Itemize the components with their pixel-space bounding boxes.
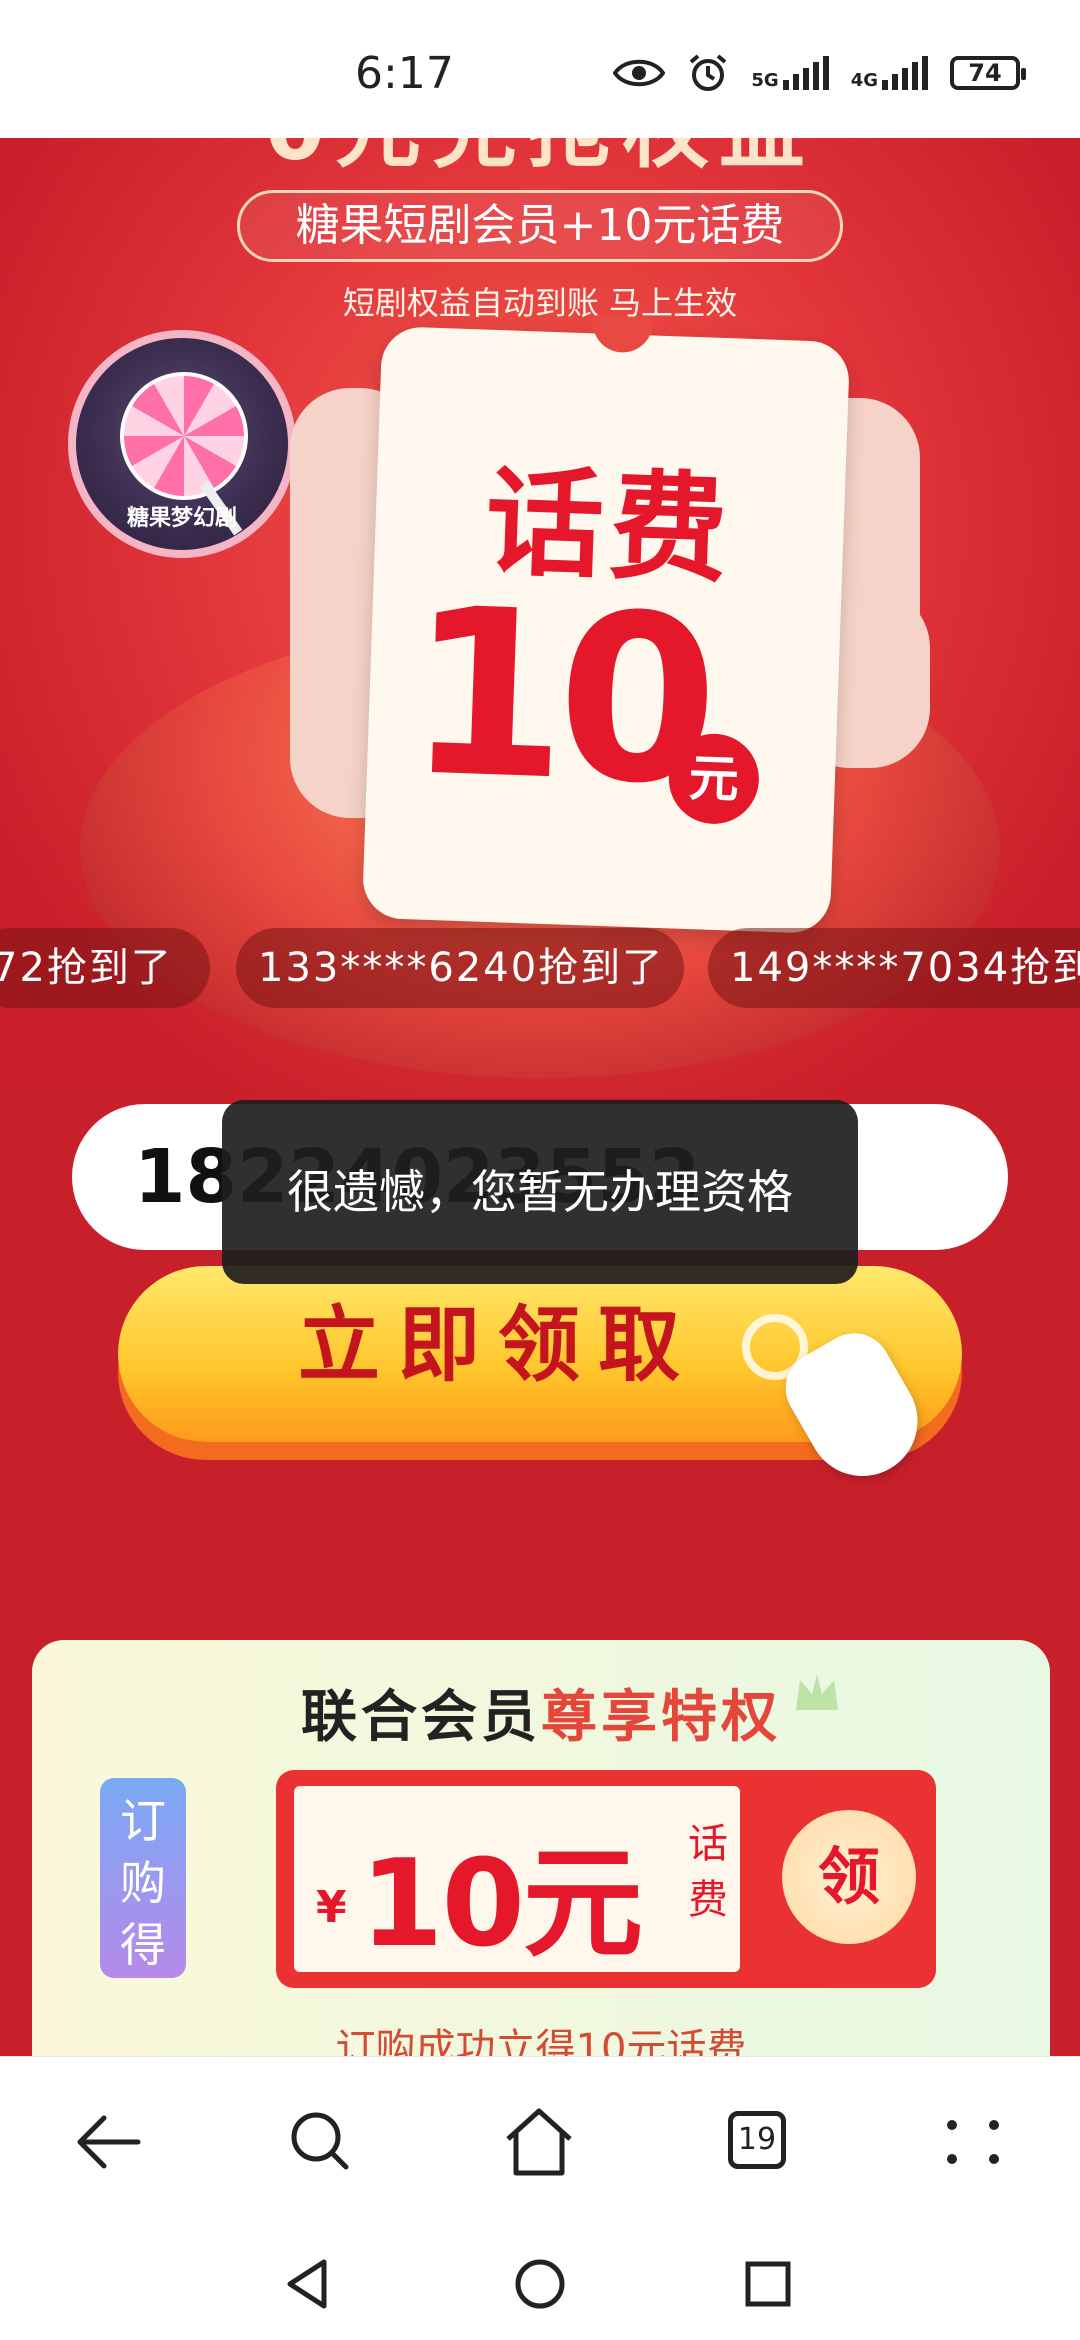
network-type-primary: 5G [751,70,779,91]
status-time: 6:17 [355,48,454,99]
home-icon [506,2108,572,2176]
back-button[interactable] [62,2097,152,2187]
member-card-title-main: 联合会员 [301,1685,541,1750]
joint-membership-card: 联合会员尊享特权 订购得 ¥ 10元 话费 领 订购成功立得10元话费 [32,1640,1050,2056]
battery-indicator: 74 [950,56,1026,90]
winner-ticker: 72抢到了 133****6240抢到了 149****7034抢到 [0,928,1080,1008]
search-button[interactable] [276,2097,366,2187]
ticket-amount: 10 [403,559,713,837]
hero-subtitle: 短剧权益自动到账 马上生效 [342,284,738,322]
square-recents-icon [745,2261,791,2307]
search-icon [291,2112,349,2170]
home-button[interactable] [494,2097,584,2187]
alarm-icon [690,54,727,91]
phone-credit-ticket: 话费 10 元 [361,315,851,934]
phone-credit-coupon[interactable]: ¥ 10元 话费 领 [276,1770,936,1988]
coupon-amount: 10元 [360,1835,643,1974]
eye-icon [613,59,666,87]
coupon-kind: 话费 [688,1821,728,1923]
app-logo-label: 糖果梦幻剧 [126,506,237,531]
nav-back-button[interactable] [272,2248,344,2320]
network-type-secondary: 4G [850,70,878,91]
toast-message: 很遗憾，您暂无办理资格 [222,1100,858,1284]
ticker-item: 72抢到了 [0,928,210,1008]
triangle-back-icon [287,2259,327,2309]
nav-home-button[interactable] [504,2248,576,2320]
order-tag: 订购得 [100,1778,186,1978]
package-title: 糖果短剧会员+10元话费 [237,190,843,262]
system-nav-bar [0,2226,1080,2340]
tab-count: 19 [728,2111,786,2169]
circle-home-icon [515,2259,565,2309]
signal-icon [782,56,829,90]
ticker-item: 133****6240抢到了 [236,928,684,1008]
app-logo: 糖果梦幻剧 [68,330,296,558]
hero-title-partial: 0元兑抢权益 [130,138,950,170]
coupon-get-button[interactable]: 领 [782,1810,916,1944]
more-dots-icon [947,2120,999,2164]
status-icons: 5G 4G 74 [613,52,1026,94]
menu-button[interactable] [928,2097,1018,2187]
browser-toolbar: 19 [0,2056,1080,2227]
member-card-note: 订购成功立得10元话费 [335,2026,747,2056]
coupon-currency: ¥ [316,1882,347,1933]
nav-recents-button[interactable] [732,2248,804,2320]
promo-page: 0元兑抢权益 糖果短剧会员+10元话费 短剧权益自动到账 马上生效 糖果梦幻剧 … [0,138,1080,2056]
signal-icon-secondary [882,56,928,90]
status-bar: 6:17 5G 4G 74 [0,0,1080,138]
tabs-button[interactable]: 19 [712,2097,802,2187]
member-card-title: 联合会员尊享特权 [32,1672,1050,1753]
back-arrow-icon [77,2115,141,2169]
candy-icon [120,372,248,500]
crown-icon [796,1674,838,1710]
member-card-title-highlight: 尊享特权 [541,1685,781,1750]
ticker-item: 149****7034抢到 [708,928,1080,1008]
